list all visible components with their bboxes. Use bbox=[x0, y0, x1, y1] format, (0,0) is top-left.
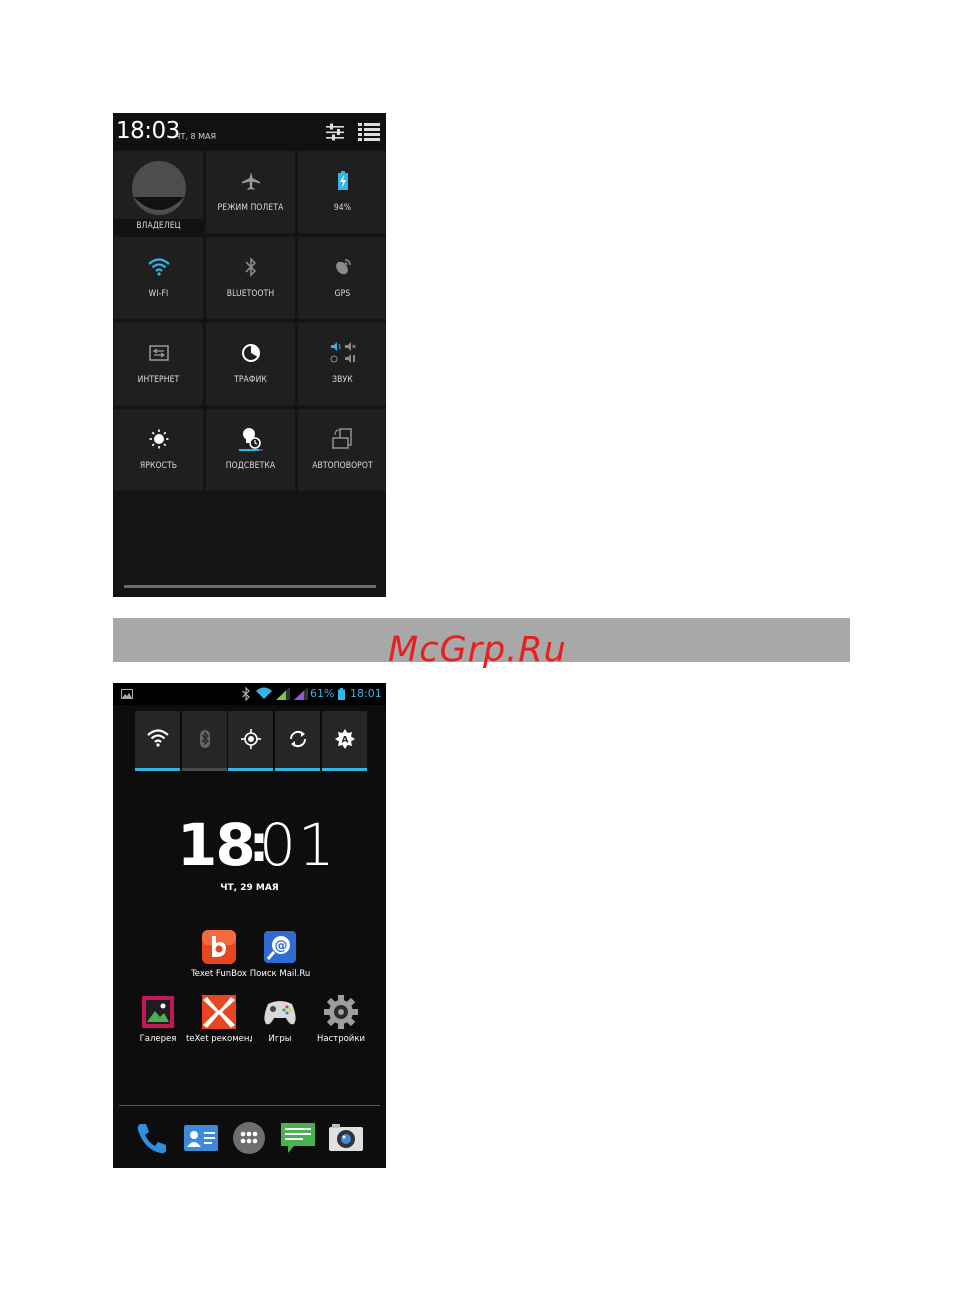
bluetooth-icon bbox=[199, 730, 210, 748]
scroll-indicator[interactable] bbox=[124, 585, 376, 588]
quick-settings-screenshot: 18:03 ЧТ, 8 МАЯ ВЛАДЕЛЕЦ РЕЖИМ ПОЛЕТА 94… bbox=[113, 113, 386, 597]
tile-label: ПОДСВЕТКА bbox=[225, 461, 276, 471]
status-time: 18:01 bbox=[350, 687, 382, 700]
tile-label: GPS bbox=[334, 289, 351, 299]
tile-label: BLUETOOTH bbox=[226, 289, 275, 299]
tile-airplane-mode[interactable]: РЕЖИМ ПОЛЕТА bbox=[206, 151, 295, 233]
app-drawer-icon[interactable] bbox=[231, 1120, 267, 1156]
tile-internet[interactable]: ИНТЕРНЕТ bbox=[114, 323, 203, 405]
auto-rotate-icon bbox=[331, 428, 352, 449]
app-texet-funbox[interactable]: Texet FunBox bbox=[188, 929, 250, 987]
tile-label: WI-FI bbox=[148, 289, 169, 299]
wifi-icon bbox=[256, 687, 272, 699]
qs-time: 18:03 bbox=[116, 118, 180, 144]
mailru-search-icon: @ bbox=[264, 931, 296, 963]
tile-label: 94% bbox=[333, 203, 352, 213]
messages-icon[interactable] bbox=[280, 1120, 316, 1156]
tile-label: ИНТЕРНЕТ bbox=[137, 375, 180, 385]
tile-label: ЯРКОСТЬ bbox=[139, 461, 178, 471]
widget-gps-toggle[interactable] bbox=[228, 711, 273, 771]
signal-sim2-icon bbox=[294, 687, 308, 700]
airplane-icon bbox=[241, 172, 260, 190]
clock-hours: 18 bbox=[177, 811, 256, 879]
app-mailru-search[interactable]: @ Поиск Mail.Ru bbox=[249, 929, 311, 987]
tile-battery[interactable]: 94% bbox=[298, 151, 386, 233]
battery-icon bbox=[338, 688, 345, 700]
tile-brightness[interactable]: ЯРКОСТЬ bbox=[114, 409, 203, 491]
app-label: Texet FunBox bbox=[191, 969, 247, 979]
widget-wifi-toggle[interactable] bbox=[135, 711, 180, 771]
owner-avatar-icon bbox=[132, 161, 186, 215]
sync-icon bbox=[289, 730, 306, 748]
app-games[interactable]: Игры bbox=[249, 994, 311, 1052]
screen-timeout-icon bbox=[238, 428, 263, 451]
tile-label: РЕЖИМ ПОЛЕТА bbox=[217, 203, 284, 213]
app-label: teXet рекомендует bbox=[186, 1034, 252, 1044]
widget-sync-toggle[interactable] bbox=[275, 711, 320, 771]
svg-text:@: @ bbox=[275, 939, 288, 954]
signal-sim1-icon bbox=[276, 687, 290, 700]
app-label: Настройки bbox=[316, 1034, 365, 1044]
tile-label: АВТОПОВОРОТ bbox=[312, 461, 373, 471]
watermark: McGrp.Ru bbox=[388, 630, 567, 670]
tile-label: ЗВУК bbox=[332, 375, 353, 385]
app-texet-recommends[interactable]: teXet рекомендует bbox=[186, 994, 252, 1052]
funbox-icon bbox=[202, 930, 236, 964]
toggle-indicator bbox=[322, 768, 367, 771]
svg-text:A: A bbox=[341, 736, 348, 746]
app-label: Галерея bbox=[139, 1034, 177, 1044]
toggle-indicator bbox=[182, 768, 227, 771]
clock-date: ЧТ, 29 МАЯ bbox=[220, 883, 279, 893]
tile-wifi[interactable]: WI-FI bbox=[114, 237, 203, 319]
toggle-indicator bbox=[135, 768, 180, 771]
gps-icon bbox=[240, 729, 261, 749]
data-usage-icon bbox=[241, 344, 260, 362]
toggle-indicator bbox=[228, 768, 273, 771]
battery-percent: 61% bbox=[310, 687, 335, 700]
wifi-icon bbox=[147, 258, 170, 276]
contacts-icon[interactable] bbox=[183, 1120, 219, 1156]
quick-settings-header: 18:03 ЧТ, 8 МАЯ bbox=[113, 113, 386, 150]
tile-sound[interactable]: ЗВУК bbox=[298, 323, 386, 405]
bluetooth-icon bbox=[244, 257, 256, 277]
bluetooth-icon bbox=[242, 687, 250, 701]
games-icon bbox=[264, 1001, 296, 1025]
brightness-icon bbox=[149, 429, 168, 449]
widget-brightness-toggle[interactable]: A bbox=[322, 711, 367, 771]
clock-minutes: 01 bbox=[259, 811, 337, 879]
home-screen-screenshot: 61% 18:01 A 18: 01 ЧТ, 29 МАЯ Texet Fun… bbox=[113, 683, 386, 1168]
qs-date: ЧТ, 8 МАЯ bbox=[175, 132, 217, 141]
tile-backlight[interactable]: ПОДСВЕТКА bbox=[206, 409, 295, 491]
battery-charging-icon bbox=[337, 171, 348, 190]
power-control-widget: A bbox=[135, 711, 367, 773]
gallery-icon bbox=[142, 996, 174, 1028]
texet-icon bbox=[202, 995, 236, 1029]
wifi-icon bbox=[146, 729, 169, 747]
tile-label: ВЛАДЕЛЕЦ bbox=[136, 221, 181, 231]
settings-sliders-icon[interactable] bbox=[325, 122, 345, 142]
mobile-data-icon bbox=[148, 345, 169, 361]
image-notification-icon bbox=[121, 689, 133, 699]
status-bar[interactable]: 61% 18:01 bbox=[113, 683, 386, 705]
tile-label: ТРАФИК bbox=[234, 375, 267, 385]
sound-profile-icon bbox=[330, 342, 356, 363]
phone-icon[interactable] bbox=[134, 1120, 170, 1156]
tile-owner[interactable]: ВЛАДЕЛЕЦ bbox=[114, 151, 203, 233]
app-label: Поиск Mail.Ru bbox=[249, 969, 311, 979]
tile-gps[interactable]: GPS bbox=[298, 237, 386, 319]
toggle-indicator bbox=[275, 768, 320, 771]
camera-icon[interactable] bbox=[328, 1120, 364, 1156]
brightness-icon: A bbox=[334, 729, 355, 749]
app-settings[interactable]: Настройки bbox=[310, 994, 372, 1052]
tile-bluetooth[interactable]: BLUETOOTH bbox=[206, 237, 295, 319]
app-gallery[interactable]: Галерея bbox=[127, 994, 189, 1052]
dock-divider bbox=[119, 1105, 380, 1106]
settings-icon bbox=[324, 995, 358, 1029]
app-label: Игры bbox=[268, 1034, 292, 1044]
notifications-list-icon[interactable] bbox=[358, 122, 380, 142]
tile-autorotate[interactable]: АВТОПОВОРОТ bbox=[298, 409, 386, 491]
gps-icon bbox=[335, 259, 351, 275]
tile-traffic[interactable]: ТРАФИК bbox=[206, 323, 295, 405]
widget-bluetooth-toggle[interactable] bbox=[182, 711, 227, 771]
